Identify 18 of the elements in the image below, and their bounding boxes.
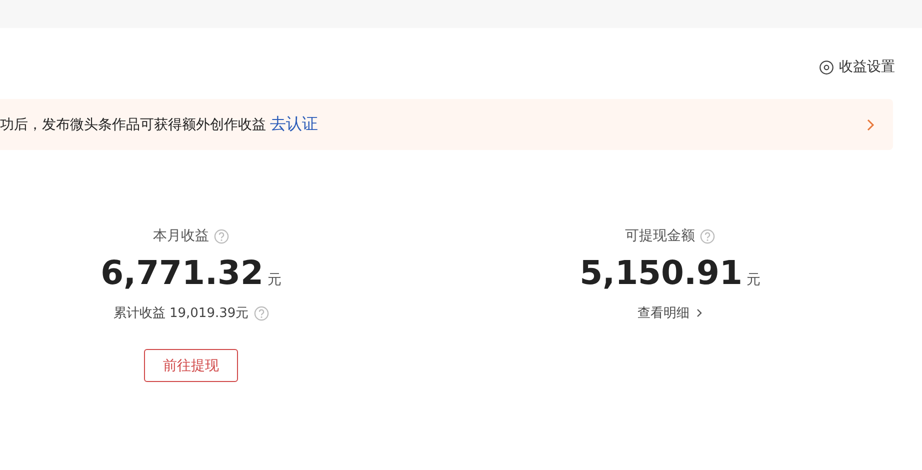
total-earnings: 累计收益 19,019.39元 [113,305,249,322]
stat-value: 6,771.32 [100,253,264,292]
withdraw-button[interactable]: 前往提现 [144,349,238,382]
unit-label: 元 [267,271,282,289]
help-icon[interactable] [700,228,715,244]
settings-icon [819,60,834,74]
settings-link[interactable]: 收益设置 [819,56,895,78]
unit-label: 元 [746,271,760,289]
help-icon[interactable] [254,306,269,320]
help-icon[interactable] [214,228,229,244]
details-link[interactable]: 查看明细 [638,304,702,322]
verify-link[interactable]: 去认证 [270,114,318,135]
chevron-right-icon[interactable] [865,118,875,132]
stat-title: 本月收益 [153,227,209,245]
stat-title: 可提现金额 [625,227,695,245]
chevron-right-icon [696,308,702,318]
notice-text: 功后，发布微头条作品可获得额外创作收益 [0,116,266,134]
stat-value: 5,150.91 [580,253,742,292]
